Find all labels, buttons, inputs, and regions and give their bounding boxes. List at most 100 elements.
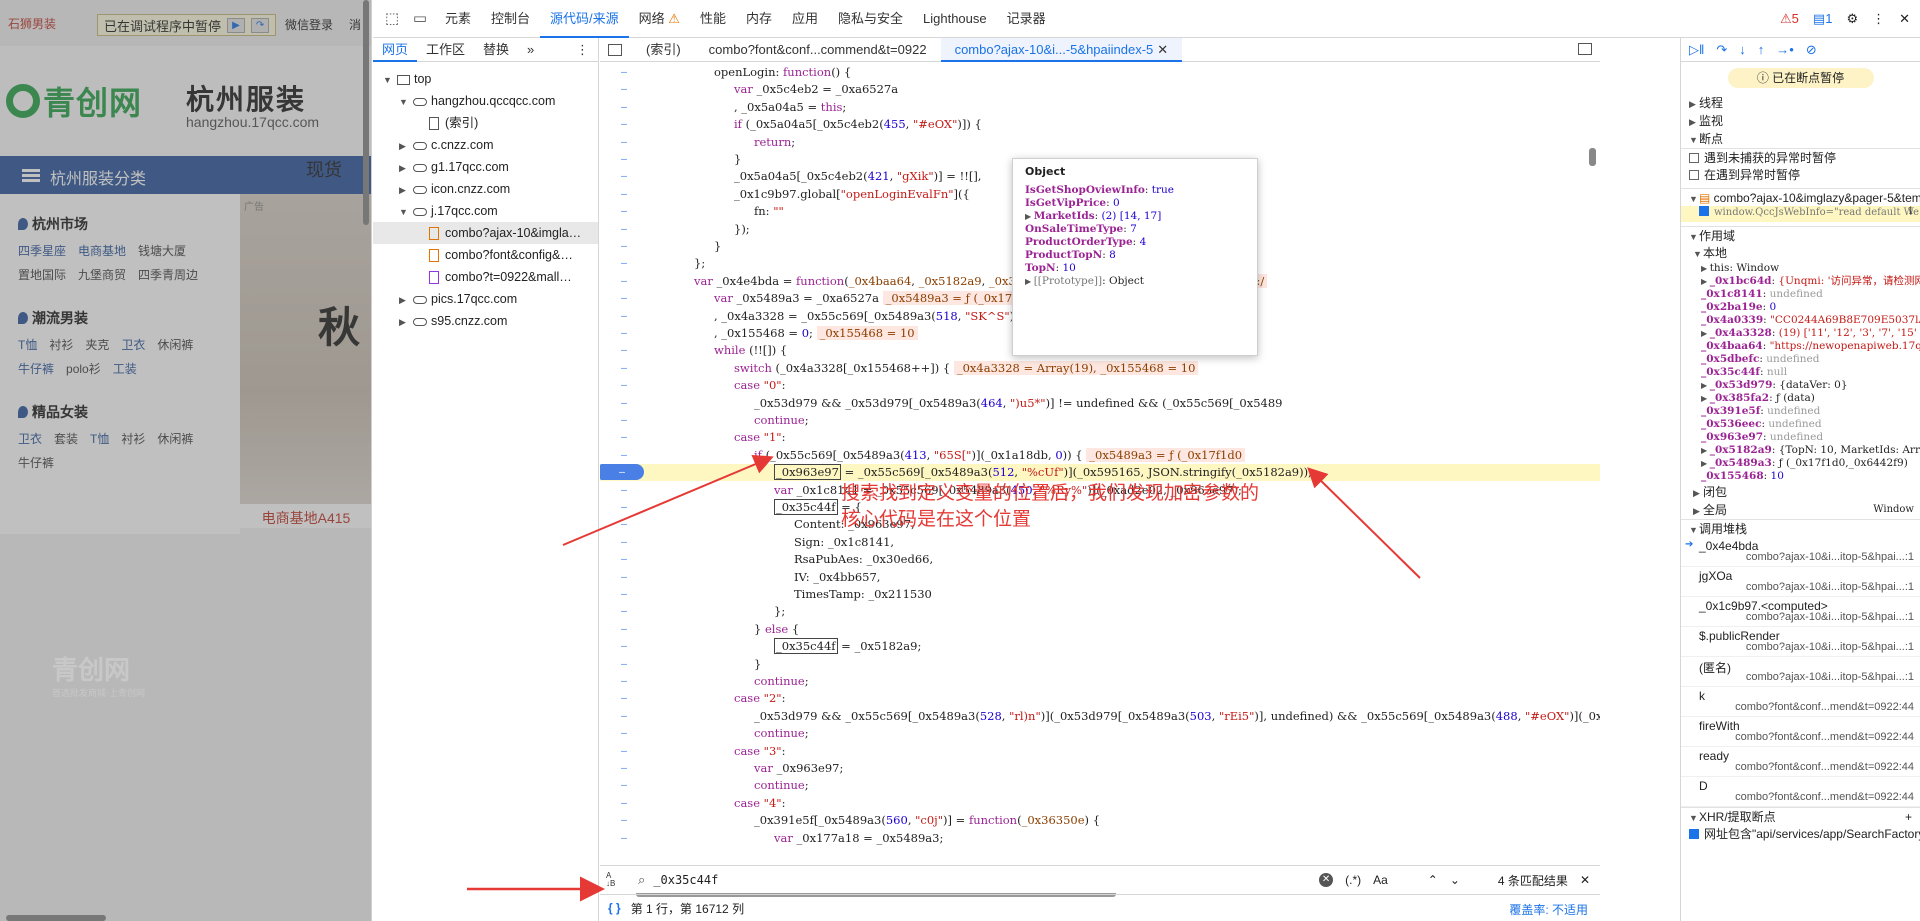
scope-variable[interactable]: ▶ this: Window [1681,262,1920,275]
expand-arrow-icon[interactable]: ▶ [399,179,409,200]
threads-section[interactable]: ▶ 线程 [1681,94,1920,112]
line-gutter[interactable]: – [600,812,648,829]
line-gutter[interactable]: – [600,116,648,133]
category-link[interactable]: 电商基地 [78,242,126,260]
code-line[interactable]: – _0x53d979 && _0x55c569[_0x5489a3(528, "… [600,708,1600,725]
scope-variable[interactable]: _0x536eec: undefined [1681,418,1920,431]
line-gutter[interactable]: – [600,273,648,290]
scope-variable[interactable]: _0x5dbefc: undefined [1681,353,1920,366]
nav-tab-more[interactable]: » [518,38,543,62]
callstack-section[interactable]: ▼调用堆栈 [1681,519,1920,537]
panel-tab[interactable]: Lighthouse [913,0,997,38]
line-gutter[interactable]: – [600,708,648,725]
code-line[interactable]: – TimesTamp: _0x211530 [600,586,1600,603]
line-gutter[interactable]: – [600,203,648,220]
code-line[interactable]: – continue; [600,725,1600,742]
line-gutter[interactable]: – [600,168,648,185]
xhr-breakpoint-item[interactable]: 网址包含"api/services/app/SearchFactory/GetP… [1681,825,1920,843]
line-gutter[interactable]: – [600,81,648,98]
expand-arrow-icon[interactable]: ▶ [399,311,409,332]
code-line[interactable]: – case "2": [600,690,1600,707]
line-gutter[interactable]: – [600,412,648,429]
scope-variable[interactable]: ▶ _0x1bc64d: {Unqmi: '访问异常，请检测网络并刷 [1681,275,1920,288]
line-gutter[interactable]: – [600,64,648,81]
step-over-icon[interactable]: ↷ [1716,42,1727,58]
line-gutter[interactable]: – [600,760,648,777]
call-frame[interactable]: jgXOa combo?ajax-10&i...itop-5&hpai...:1 [1681,567,1920,597]
code-line[interactable]: – case "4": [600,795,1600,812]
site-logo[interactable]: 青创网 [6,78,142,124]
line-gutter[interactable]: – [600,516,648,533]
expand-arrow-icon[interactable]: ▶ [399,135,409,156]
category-link[interactable]: 牛仔裤 [18,454,54,472]
line-gutter[interactable]: – [600,795,648,812]
expand-arrow-icon[interactable]: ▶ [1701,459,1710,468]
panel-tab[interactable]: 性能 [690,0,736,38]
line-gutter[interactable]: – [600,638,648,655]
nav-tab-page[interactable]: 网页 [373,38,418,62]
tree-item[interactable]: ▼ top [373,68,598,90]
line-gutter[interactable]: – [600,830,648,847]
code-line[interactable]: – var _0x963e97; [600,760,1600,777]
line-gutter[interactable]: – [600,534,648,551]
coverage-status[interactable]: 覆盖率: 不适用 [1509,901,1588,918]
breakpoint-checkbox[interactable] [1699,206,1709,216]
code-line[interactable]: – _0x391e5f[_0x5489a3(560, "c0j")] = func… [600,812,1600,829]
code-line[interactable]: – var _0x5c4eb2 = _0xa6527a [600,81,1600,98]
breakpoint-entry[interactable]: window.QccJsWebInfo="read default We… 1 [1681,206,1920,222]
line-gutter[interactable]: – [600,377,648,394]
code-line[interactable]: – case "0": [600,377,1600,394]
line-gutter[interactable]: – [600,255,648,272]
line-gutter[interactable]: – [600,308,648,325]
editor-tab-index[interactable]: (索引) [632,38,695,62]
breakpoint-marker[interactable]: – [600,464,644,481]
expand-arrow-icon[interactable]: ▼ [383,69,393,90]
line-gutter[interactable]: – [600,290,648,307]
global-scope[interactable]: ▶ 全局 Window [1681,501,1920,519]
previous-match-icon[interactable]: ⌃ [1428,873,1438,887]
line-gutter[interactable]: – [600,673,648,690]
tree-item[interactable]: ▼ hangzhou.qccqcc.com [373,90,598,112]
scope-variable[interactable]: ▶ _0x53d979: {dataVer: 0} [1681,379,1920,392]
line-gutter[interactable]: – [600,603,648,620]
step-into-icon[interactable]: ↓ [1739,42,1746,57]
call-frame[interactable]: $.publicRender combo?ajax-10&i...itop-5&h… [1681,627,1920,657]
expand-arrow-icon[interactable]: ▶ [1701,277,1710,286]
line-gutter[interactable]: – [600,221,648,238]
category-link[interactable]: 工装 [113,360,137,378]
current-execution-line[interactable]: – _0x963e97 = _0x55c569[_0x5489a3(512, "%… [600,464,1600,482]
tree-item[interactable]: ▶ g1.17qcc.com [373,156,598,178]
pause-uncaught-checkbox[interactable]: 遇到未捕获的异常时暂停 [1681,148,1920,166]
category-link[interactable]: 卫衣 [18,430,42,448]
tree-item[interactable]: ▼ j.17qcc.com [373,200,598,222]
category-link[interactable]: polo衫 [66,360,101,378]
category-link[interactable]: 钱塘大厦 [138,242,186,260]
code-line[interactable]: – case "1": [600,429,1600,446]
xhr-breakpoints-section[interactable]: ▼XHR/提取断点 + [1681,807,1920,825]
line-gutter[interactable]: – [600,238,648,255]
line-gutter[interactable]: – [600,134,648,151]
step-over-icon[interactable]: ↷ [251,17,270,33]
tree-item[interactable]: ▶ pics.17qcc.com [373,288,598,310]
toggle-navigator-icon[interactable] [608,43,622,56]
panel-tab[interactable]: 隐私与安全 [828,0,913,38]
line-gutter[interactable]: – [600,395,648,412]
close-tab-icon[interactable]: ✕ [1157,42,1168,57]
category-link[interactable]: 卫衣 [121,336,145,354]
category-link[interactable]: T恤 [90,430,109,448]
popover-property[interactable]: ▶ [[Prototype]]: Object [1025,275,1245,288]
editor-tab-ajax[interactable]: combo?ajax-10&i...-5&hpaiindex-5 ✕ [940,37,1183,62]
line-gutter[interactable]: – [600,551,648,568]
code-line[interactable]: – continue; [600,412,1600,429]
code-line[interactable]: – Sign: _0x1c8141, [600,534,1600,551]
code-line[interactable]: – RsaPubAes: _0x30ed66, [600,551,1600,568]
category-link[interactable]: 牛仔裤 [18,360,54,378]
line-gutter[interactable]: – [600,777,648,794]
panel-tab[interactable]: 记录器 [997,0,1056,38]
xhr-checkbox[interactable] [1689,829,1699,839]
messages-badge[interactable]: ▤1 [1813,11,1833,27]
navigator-menu-icon[interactable]: ⋮ [567,38,598,62]
line-gutter[interactable]: – [600,325,648,342]
line-gutter[interactable]: – [600,186,648,203]
call-frame[interactable]: _0x1c9b97.<computed> combo?ajax-10&i...it… [1681,597,1920,627]
